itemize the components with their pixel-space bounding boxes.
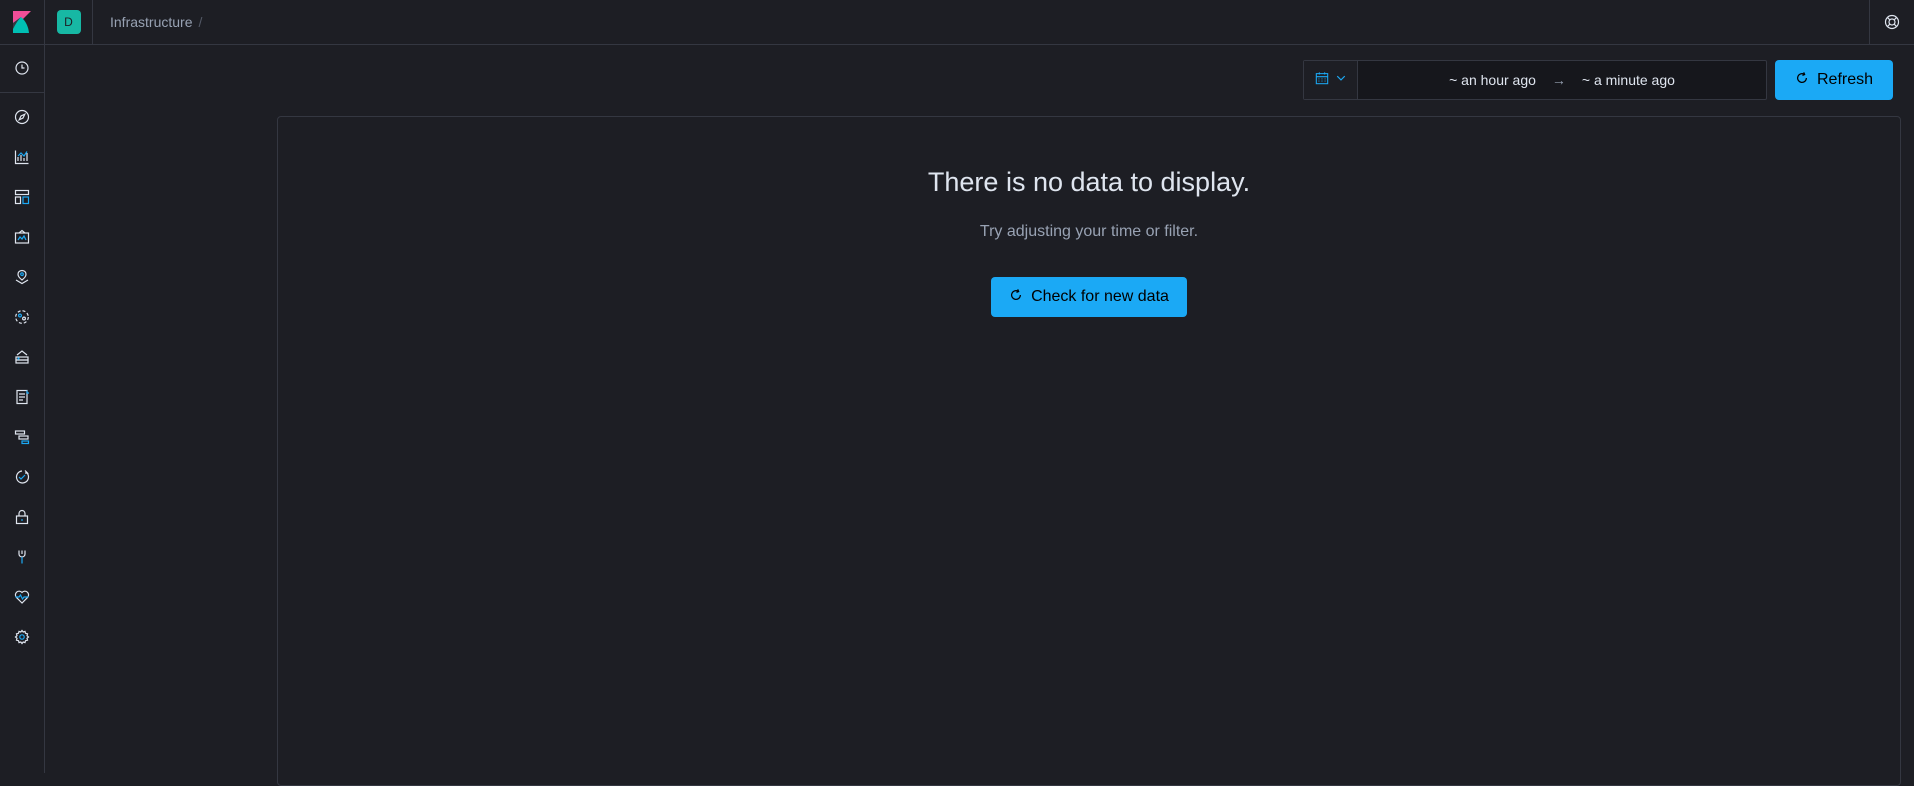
- dev-tools-icon[interactable]: [0, 537, 44, 577]
- gear-icon[interactable]: [0, 617, 44, 657]
- refresh-icon: [1009, 288, 1023, 307]
- compass-icon[interactable]: [0, 97, 44, 137]
- top-header: D Infrastructure /: [0, 0, 1914, 45]
- side-navigation: [0, 45, 45, 773]
- calendar-icon: [1315, 71, 1329, 90]
- date-range: ~ an hour ago → ~ a minute ago: [1358, 61, 1766, 99]
- breadcrumb: Infrastructure /: [110, 0, 202, 44]
- breadcrumb-separator: /: [198, 14, 203, 30]
- space-avatar[interactable]: D: [56, 10, 81, 34]
- stack-monitoring-icon[interactable]: [0, 577, 44, 617]
- maps-icon[interactable]: [0, 257, 44, 297]
- empty-state-subtitle: Try adjusting your time or filter.: [979, 223, 1199, 240]
- nav-divider: [0, 92, 44, 93]
- apm-icon[interactable]: [0, 417, 44, 457]
- start-date-button[interactable]: ~ an hour ago: [1443, 72, 1542, 88]
- quick-select-button[interactable]: [1304, 61, 1358, 99]
- machine-learning-icon[interactable]: [0, 297, 44, 337]
- end-date-button[interactable]: ~ a minute ago: [1576, 72, 1681, 88]
- infrastructure-icon[interactable]: [0, 337, 44, 377]
- chevron-down-icon: [1335, 71, 1347, 89]
- kibana-logo-icon[interactable]: [0, 0, 45, 44]
- help-lifebuoy-icon[interactable]: [1869, 0, 1914, 44]
- refresh-icon: [1795, 71, 1809, 90]
- canvas-icon[interactable]: [0, 217, 44, 257]
- logs-icon[interactable]: [0, 377, 44, 417]
- super-date-picker: ~ an hour ago → ~ a minute ago: [1303, 60, 1767, 100]
- refresh-label: Refresh: [1816, 71, 1874, 88]
- uptime-icon[interactable]: [0, 457, 44, 497]
- dashboard-icon[interactable]: [0, 177, 44, 217]
- check-for-new-data-button[interactable]: Check for new data: [991, 277, 1187, 317]
- empty-state-title: There is no data to display.: [927, 167, 1251, 197]
- visualize-icon[interactable]: [0, 137, 44, 177]
- arrow-right-icon: →: [1551, 72, 1566, 88]
- recently-viewed-clock-icon[interactable]: [0, 48, 44, 88]
- check-for-new-data-label: Check for new data: [1031, 288, 1169, 305]
- siem-icon[interactable]: [0, 497, 44, 537]
- content-panel: There is no data to display. Try adjusti…: [277, 116, 1901, 786]
- refresh-button[interactable]: Refresh: [1775, 60, 1893, 100]
- breadcrumb-infrastructure[interactable]: Infrastructure: [110, 14, 192, 30]
- space-selector[interactable]: D: [45, 0, 93, 44]
